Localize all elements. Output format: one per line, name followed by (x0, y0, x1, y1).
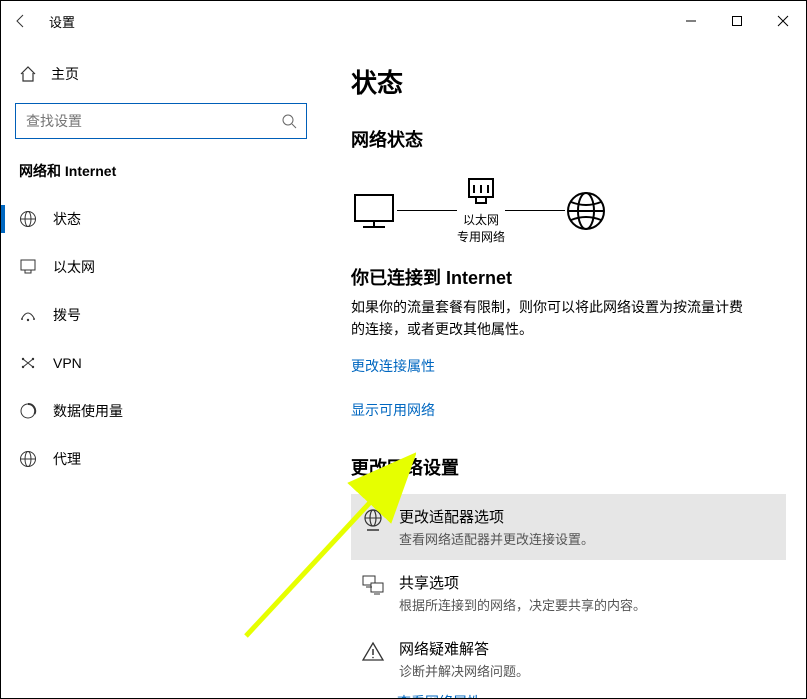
section-network-status: 网络状态 (351, 126, 786, 152)
link-change-connection-properties[interactable]: 更改连接属性 (351, 356, 435, 376)
sidebar-item-data-usage[interactable]: 数据使用量 (1, 387, 321, 435)
sidebar-item-label: VPN (53, 355, 82, 371)
row-desc: 查看网络适配器并更改连接设置。 (399, 529, 594, 548)
diagram-eth-label: 以太网 (463, 212, 499, 229)
close-button[interactable] (760, 1, 806, 41)
sidebar-category: 网络和 Internet (1, 153, 321, 195)
adapter-icon (361, 508, 385, 532)
data-usage-icon (19, 402, 37, 420)
window-title: 设置 (49, 12, 75, 31)
diagram-eth-label2: 专用网络 (457, 229, 505, 246)
row-desc: 诊断并解决网络问题。 (399, 661, 529, 680)
row-troubleshoot[interactable]: 网络疑难解答 诊断并解决网络问题。 (351, 626, 786, 692)
search-icon (280, 112, 298, 130)
sidebar: 主页 网络和 Internet 状态 以太网 (1, 41, 321, 698)
row-sharing-options[interactable]: 共享选项 根据所连接到的网络，决定要共享的内容。 (351, 560, 786, 626)
sidebar-item-label: 代理 (53, 449, 81, 469)
maximize-button[interactable] (714, 1, 760, 41)
dialup-icon (19, 306, 37, 324)
home-label: 主页 (51, 64, 79, 84)
row-title: 更改适配器选项 (399, 506, 594, 527)
minimize-button[interactable] (668, 1, 714, 41)
titlebar: 设置 (1, 1, 806, 41)
sidebar-item-label: 数据使用量 (53, 401, 123, 421)
sidebar-item-label: 以太网 (53, 257, 95, 277)
section-change-network-settings: 更改网络设置 (351, 454, 786, 480)
computer-icon (351, 191, 397, 231)
vpn-icon (19, 354, 37, 372)
sidebar-item-dialup[interactable]: 拨号 (1, 291, 321, 339)
sidebar-item-label: 状态 (53, 209, 81, 229)
page-title: 状态 (351, 63, 786, 100)
home-button[interactable]: 主页 (1, 55, 321, 93)
status-icon (19, 210, 37, 228)
row-change-adapter-options[interactable]: 更改适配器选项 查看网络适配器并更改连接设置。 (351, 494, 786, 560)
sidebar-item-label: 拨号 (53, 305, 81, 325)
sidebar-item-proxy[interactable]: 代理 (1, 435, 321, 483)
proxy-icon (19, 450, 37, 468)
search-input[interactable] (24, 112, 280, 130)
globe-icon (565, 190, 607, 232)
main-content: 状态 网络状态 以太网 专用网络 你已连接 (351, 41, 806, 698)
link-show-available-networks[interactable]: 显示可用网络 (351, 400, 435, 420)
back-button[interactable] (1, 1, 41, 41)
home-icon (19, 65, 37, 83)
network-diagram: 以太网 专用网络 (351, 176, 786, 246)
link-view-network-properties[interactable]: 查看网络属性 (397, 694, 481, 698)
ethernet-adapter-icon (466, 176, 496, 206)
row-title: 网络疑难解答 (399, 638, 529, 659)
sharing-icon (361, 574, 385, 598)
connected-title: 你已连接到 Internet (351, 264, 786, 290)
search-box[interactable] (15, 103, 307, 139)
sidebar-item-status[interactable]: 状态 (1, 195, 321, 243)
row-desc: 根据所连接到的网络，决定要共享的内容。 (399, 595, 646, 614)
row-title: 共享选项 (399, 572, 646, 593)
sidebar-item-vpn[interactable]: VPN (1, 339, 321, 387)
connected-body: 如果你的流量套餐有限制，则你可以将此网络设置为按流量计费的连接，或者更改其他属性… (351, 296, 751, 341)
ethernet-icon (19, 258, 37, 276)
warning-icon (361, 640, 385, 664)
sidebar-item-ethernet[interactable]: 以太网 (1, 243, 321, 291)
